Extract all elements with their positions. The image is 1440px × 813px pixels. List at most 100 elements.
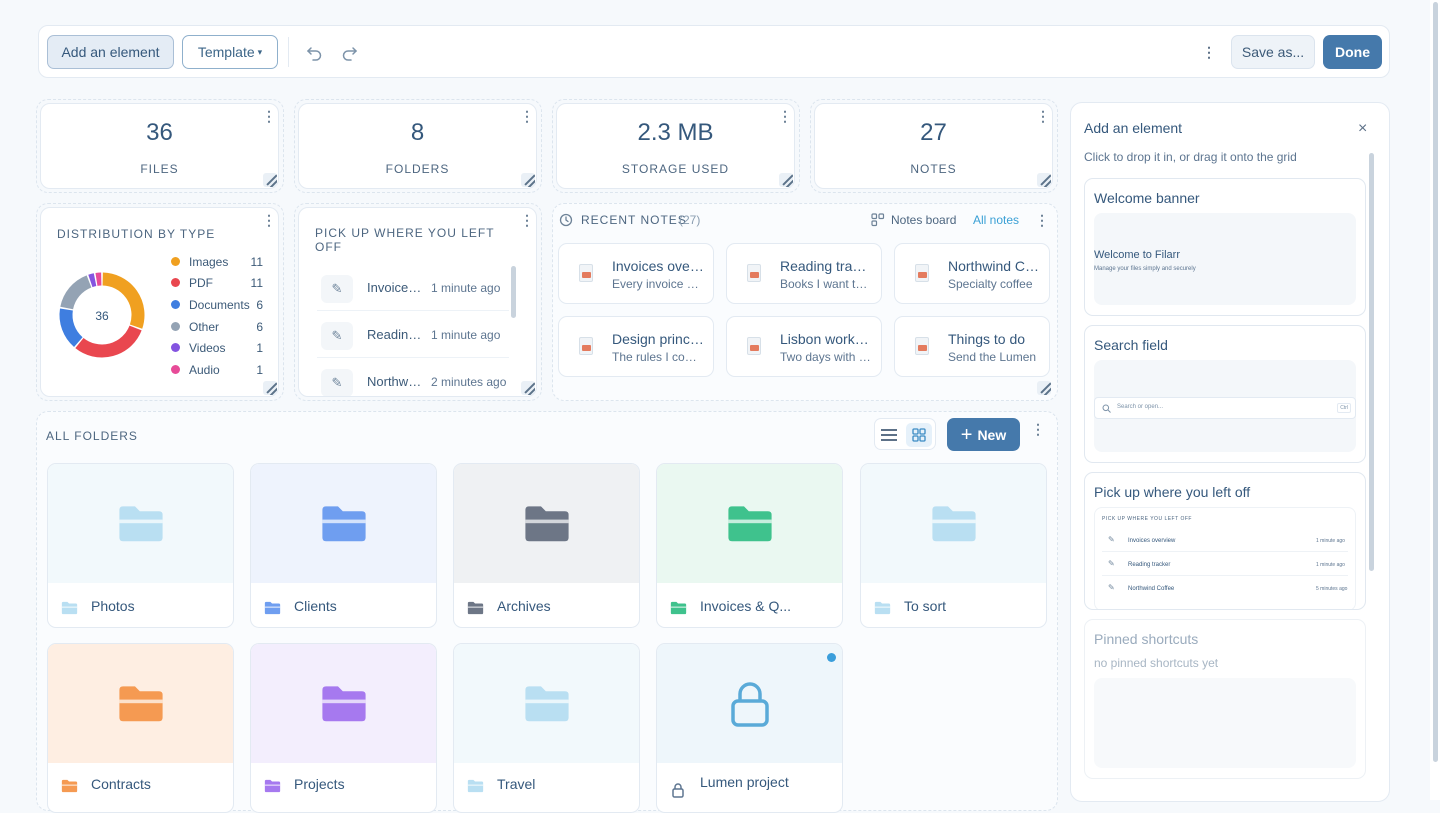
recent-notes-title: RECENT NOTES [581, 213, 687, 227]
folder-thumbnail [251, 644, 436, 763]
folder-icon [467, 779, 485, 792]
note-card[interactable]: Invoices overviewEvery invoice and [558, 243, 714, 304]
more-vert-icon[interactable]: ⋮ [1031, 422, 1045, 436]
toolbar-divider [288, 37, 289, 67]
note-card[interactable]: Lisbon workshopTwo days with the team [726, 316, 882, 377]
status-dot [827, 653, 836, 662]
editor-toolbar: Add an element Template▾ ⋮ Save as... Do… [38, 25, 1390, 78]
done-label: Done [1335, 44, 1370, 60]
note-card[interactable]: Things to doSend the Lumen [894, 316, 1050, 377]
folder-card[interactable]: Archives [453, 463, 640, 628]
notes-board-link[interactable]: Notes board [871, 211, 956, 229]
folder-icon [264, 779, 282, 792]
note-snippet: Every invoice and [612, 277, 704, 291]
folder-icon [264, 601, 282, 614]
legend-count: 6 [256, 298, 263, 312]
folder-card[interactable]: Invoices & Q... [656, 463, 843, 628]
legend-item: Documents6 [171, 295, 263, 315]
resize-handle-icon[interactable] [779, 173, 793, 187]
note-title: Northwind Coffee [948, 258, 1040, 274]
more-vert-icon[interactable]: ⋮ [1197, 40, 1221, 64]
grid-view-icon[interactable] [906, 423, 932, 447]
more-vert-icon[interactable]: ⋮ [1035, 213, 1049, 227]
scrollbar-thumb[interactable] [511, 266, 516, 318]
legend-count: 1 [256, 341, 263, 355]
stat-card-files[interactable]: 36 FILES ⋮ [40, 103, 279, 189]
distribution-card[interactable]: DISTRIBUTION BY TYPE ⋮ 36 Images11 PDF11… [40, 207, 279, 397]
resize-handle-icon[interactable] [521, 381, 535, 395]
folder-card[interactable]: To sort [860, 463, 1047, 628]
note-snippet: Send the Lumen [948, 350, 1040, 364]
stat-card-folders[interactable]: 8 FOLDERS ⋮ [298, 103, 537, 189]
preview-item-time: 5 minutes ago [1316, 586, 1348, 592]
done-button[interactable]: Done [1323, 35, 1382, 69]
more-vert-icon[interactable]: ⋮ [1036, 109, 1050, 123]
caret-down-icon: ▾ [258, 47, 263, 58]
add-element-button[interactable]: Add an element [47, 35, 174, 69]
recent-notes-widget: RECENT NOTES (27) Notes board All notes … [552, 203, 1058, 401]
folder-name: Travel [497, 776, 535, 792]
panel-title: Add an element [1084, 120, 1182, 136]
folder-card-locked[interactable]: Lumen project [656, 643, 843, 813]
folder-card[interactable]: Projects [250, 643, 437, 813]
lock-icon [730, 681, 770, 727]
element-option-title: Search field [1094, 337, 1168, 353]
more-vert-icon[interactable]: ⋮ [520, 213, 534, 227]
resize-handle-icon[interactable] [263, 173, 277, 187]
redo-icon[interactable] [337, 40, 361, 64]
folder-card[interactable]: Clients [250, 463, 437, 628]
element-option-pickup[interactable]: Pick up where you left off PICK UP WHERE… [1084, 472, 1366, 610]
preview-pickup-item: ✎ Reading tracker 1 minute ago [1102, 554, 1348, 576]
resize-handle-icon[interactable] [1037, 173, 1051, 187]
new-button[interactable]: +New [947, 418, 1020, 451]
resize-handle-icon[interactable] [521, 173, 535, 187]
pickup-item[interactable]: ✎ Invoices overview 1 minute ago [317, 267, 509, 311]
element-option-title: Pinned shortcuts [1094, 631, 1198, 647]
legend-label: Images [189, 255, 228, 269]
clock-icon [559, 213, 573, 227]
page-scrollbar-thumb[interactable] [1433, 2, 1438, 762]
template-label: Template [198, 44, 255, 60]
legend-dot [171, 278, 180, 287]
stat-card-storage[interactable]: 2.3 MB STORAGE USED ⋮ [556, 103, 795, 189]
element-option-title: Pick up where you left off [1094, 484, 1250, 500]
more-vert-icon[interactable]: ⋮ [262, 109, 276, 123]
resize-handle-icon[interactable] [1037, 381, 1051, 395]
note-card[interactable]: Northwind CoffeeSpecialty coffee [894, 243, 1050, 304]
more-vert-icon[interactable]: ⋮ [778, 109, 792, 123]
folder-name: To sort [904, 598, 946, 614]
template-dropdown[interactable]: Template▾ [182, 35, 278, 69]
legend-label: PDF [189, 276, 213, 290]
add-element-panel: Add an element × Click to drop it in, or… [1070, 102, 1390, 802]
list-view-icon[interactable] [881, 427, 897, 441]
legend-dot [171, 300, 180, 309]
all-folders-widget: ALL FOLDERS +New ⋮ Photos Clients Archiv… [36, 411, 1058, 811]
note-card[interactable]: Design principlesThe rules I come back [558, 316, 714, 377]
save-as-button[interactable]: Save as... [1231, 35, 1315, 69]
legend-dot [171, 343, 180, 352]
element-option-search-field[interactable]: Search field Search or open... Ctrl [1084, 325, 1366, 463]
more-vert-icon[interactable]: ⋮ [262, 213, 276, 227]
note-card[interactable]: Reading trackerBooks I want to read [726, 243, 882, 304]
pickup-card[interactable]: PICK UP WHERE YOU LEFT OFF ⋮ ✎ Invoices … [298, 207, 537, 397]
more-vert-icon[interactable]: ⋮ [520, 109, 534, 123]
resize-handle-icon[interactable] [263, 381, 277, 395]
element-option-welcome-banner[interactable]: Welcome banner Welcome to Filarr Manage … [1084, 178, 1366, 316]
folder-card[interactable]: Contracts [47, 643, 234, 813]
folder-name: Archives [497, 598, 551, 614]
all-notes-link[interactable]: All notes [973, 213, 1019, 227]
close-icon[interactable]: × [1358, 120, 1367, 138]
folder-card[interactable]: Travel [453, 643, 640, 813]
stat-card-notes[interactable]: 27 NOTES ⋮ [814, 103, 1053, 189]
scrollbar-thumb[interactable] [1369, 153, 1374, 571]
folder-card[interactable]: Photos [47, 463, 234, 628]
pickup-item[interactable]: ✎ Northwind Coffee 2 minutes ago [317, 361, 509, 397]
element-preview: PICK UP WHERE YOU LEFT OFF ✎ Invoices ov… [1094, 507, 1356, 610]
stat-label: FILES [41, 162, 278, 176]
preview-shortcut: Ctrl [1337, 403, 1351, 413]
pencil-icon: ✎ [1108, 583, 1115, 592]
stat-value: 2.3 MB [557, 119, 794, 147]
element-option-pinned-shortcuts[interactable]: Pinned shortcuts no pinned shortcuts yet [1084, 619, 1366, 779]
pickup-item[interactable]: ✎ Reading tracker 1 minute ago [317, 314, 509, 358]
undo-icon[interactable] [302, 40, 326, 64]
